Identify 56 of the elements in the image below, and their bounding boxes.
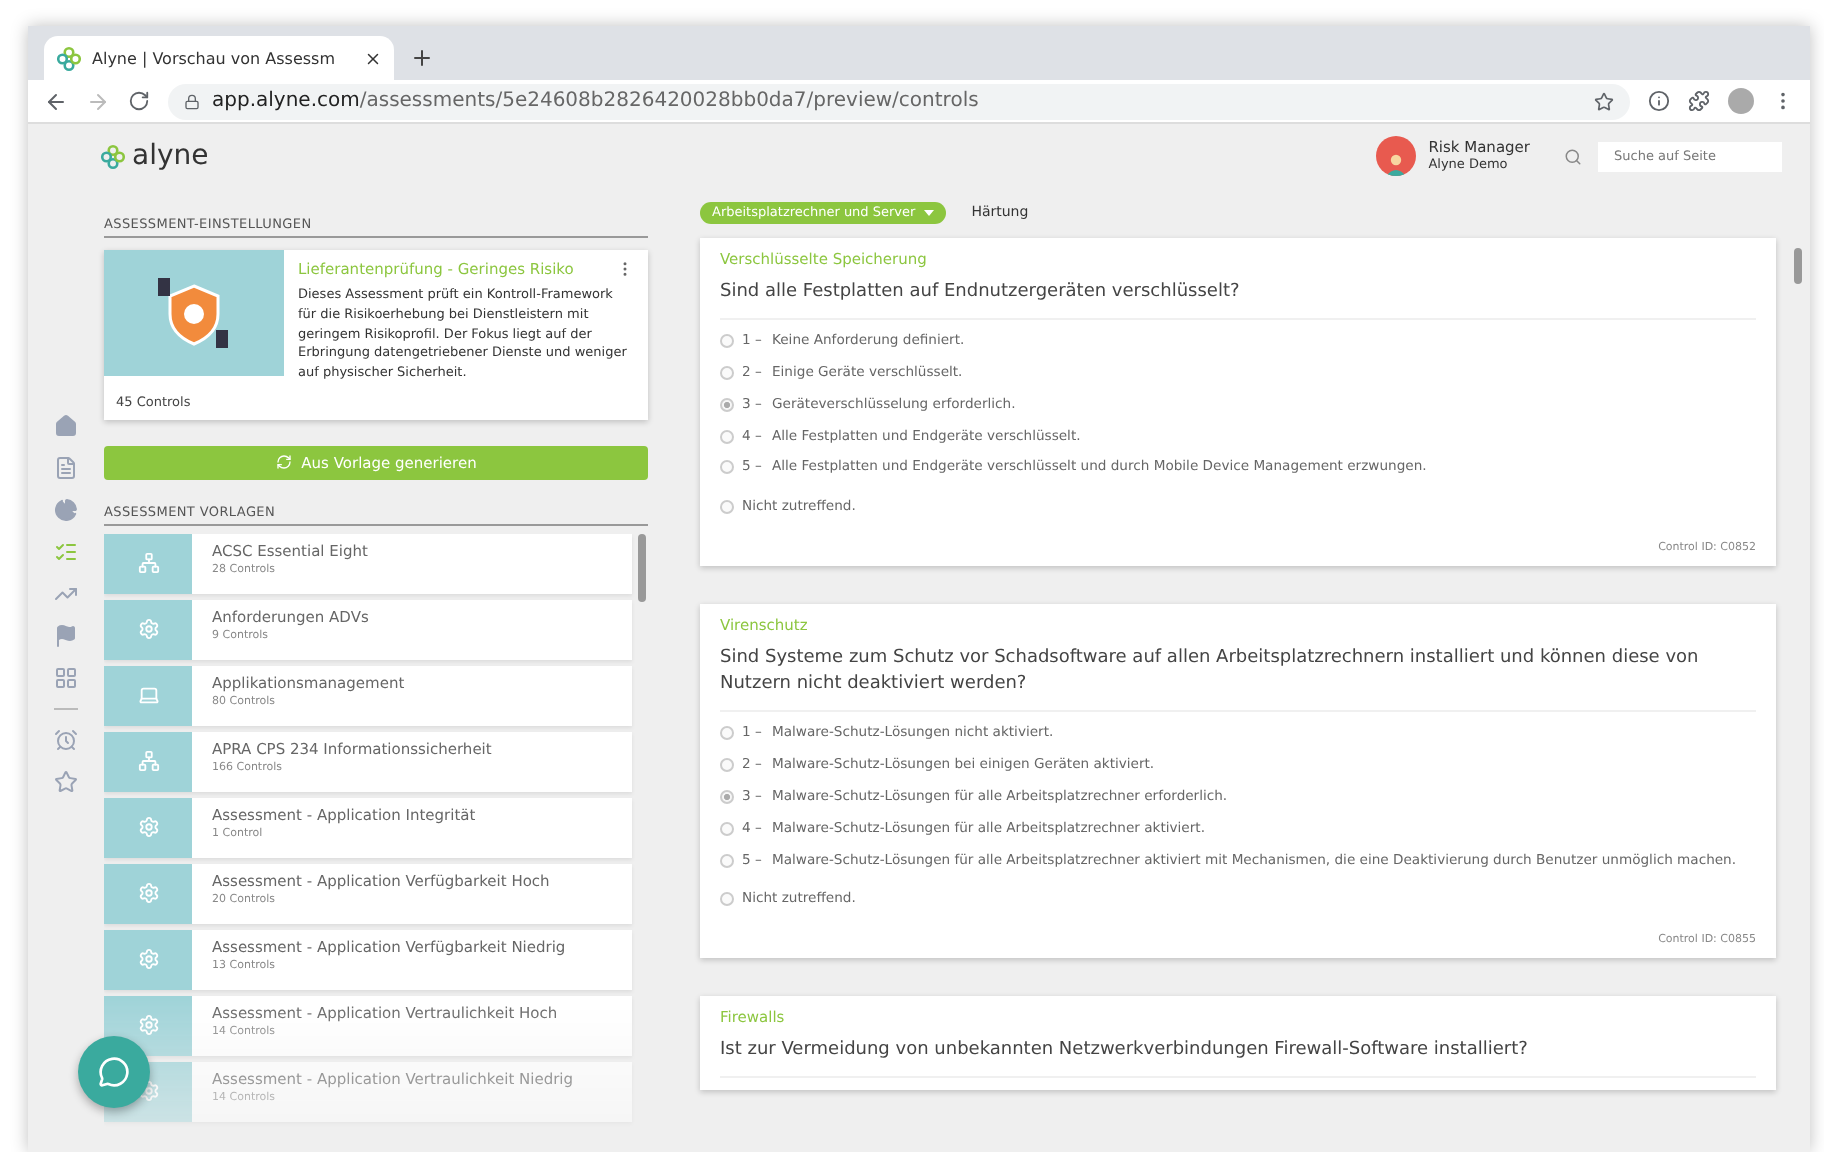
control-question: Ist zur Vermeidung von unbekannten Netzwerkverbindungen Firewall-Software installiert? bbox=[720, 1038, 1756, 1079]
address-bar[interactable]: app.alyne.com/assessments/5e24608b2826420028bb0da7/preview/controls bbox=[168, 83, 1630, 119]
caret-icon bbox=[923, 209, 934, 215]
network-icon bbox=[137, 552, 159, 575]
gear-icon bbox=[137, 882, 159, 905]
radio-button[interactable] bbox=[720, 892, 734, 907]
grid-icon[interactable] bbox=[54, 666, 78, 690]
refresh-icon bbox=[275, 454, 292, 471]
star-icon[interactable] bbox=[54, 770, 78, 794]
new-tab-icon[interactable] bbox=[410, 46, 434, 70]
browser-tab[interactable]: Alyne | Vorschau von Assessm bbox=[44, 36, 394, 80]
radio-button[interactable] bbox=[720, 365, 734, 380]
chat-button[interactable] bbox=[78, 1036, 150, 1108]
radio-button[interactable] bbox=[720, 397, 734, 412]
info-icon[interactable] bbox=[1648, 90, 1670, 112]
logo-icon bbox=[100, 143, 126, 169]
profile-avatar[interactable] bbox=[1728, 88, 1754, 114]
checklist-icon[interactable] bbox=[54, 540, 78, 564]
logo-text: alyne bbox=[132, 140, 209, 172]
radio-button[interactable] bbox=[720, 460, 734, 475]
alarm-clock-icon[interactable] bbox=[54, 728, 78, 752]
forward-icon[interactable] bbox=[86, 89, 110, 113]
control-question: Sind alle Festplatten auf Endnutzergeräten verschlüsselt? bbox=[720, 280, 1756, 321]
radio-button[interactable] bbox=[720, 789, 734, 804]
back-icon[interactable] bbox=[44, 89, 68, 113]
pie-chart-icon[interactable] bbox=[54, 498, 78, 522]
star-icon[interactable] bbox=[1594, 91, 1614, 111]
lock-icon bbox=[184, 93, 200, 109]
extensions-icon[interactable] bbox=[1688, 90, 1710, 112]
radio-button[interactable] bbox=[720, 429, 734, 444]
gear-icon bbox=[137, 618, 159, 641]
radio-button[interactable] bbox=[720, 821, 734, 836]
home-icon[interactable] bbox=[54, 414, 78, 438]
user-avatar[interactable] bbox=[1376, 136, 1417, 176]
radio-button[interactable] bbox=[720, 500, 734, 515]
gear-icon bbox=[137, 816, 159, 839]
reload-icon[interactable] bbox=[128, 90, 150, 112]
control-question: Sind Systeme zum Schutz vor Schadsoftware auf allen Arbeitsplatzrechnern installiert und können diese von Nutzern nicht deaktiviert werden? bbox=[720, 646, 1756, 713]
radio-button[interactable] bbox=[720, 758, 734, 773]
document-icon[interactable] bbox=[54, 456, 78, 480]
laptop-icon bbox=[137, 684, 159, 707]
flag-icon[interactable] bbox=[54, 624, 78, 648]
close-icon[interactable] bbox=[364, 49, 382, 67]
search-icon bbox=[1564, 147, 1582, 165]
logo-icon bbox=[56, 45, 82, 71]
gear-icon bbox=[137, 1014, 159, 1037]
radio-button[interactable] bbox=[720, 853, 734, 868]
trend-icon[interactable] bbox=[54, 582, 78, 606]
radio-button[interactable] bbox=[720, 334, 734, 349]
radio-button[interactable] bbox=[720, 726, 734, 741]
network-icon bbox=[137, 750, 159, 773]
tab-title: Alyne | Vorschau von Assessm bbox=[92, 49, 337, 67]
gear-icon bbox=[137, 948, 159, 971]
chat-icon bbox=[98, 1056, 130, 1088]
scrollbar[interactable] bbox=[1794, 248, 1802, 284]
scrollbar[interactable] bbox=[638, 533, 646, 602]
